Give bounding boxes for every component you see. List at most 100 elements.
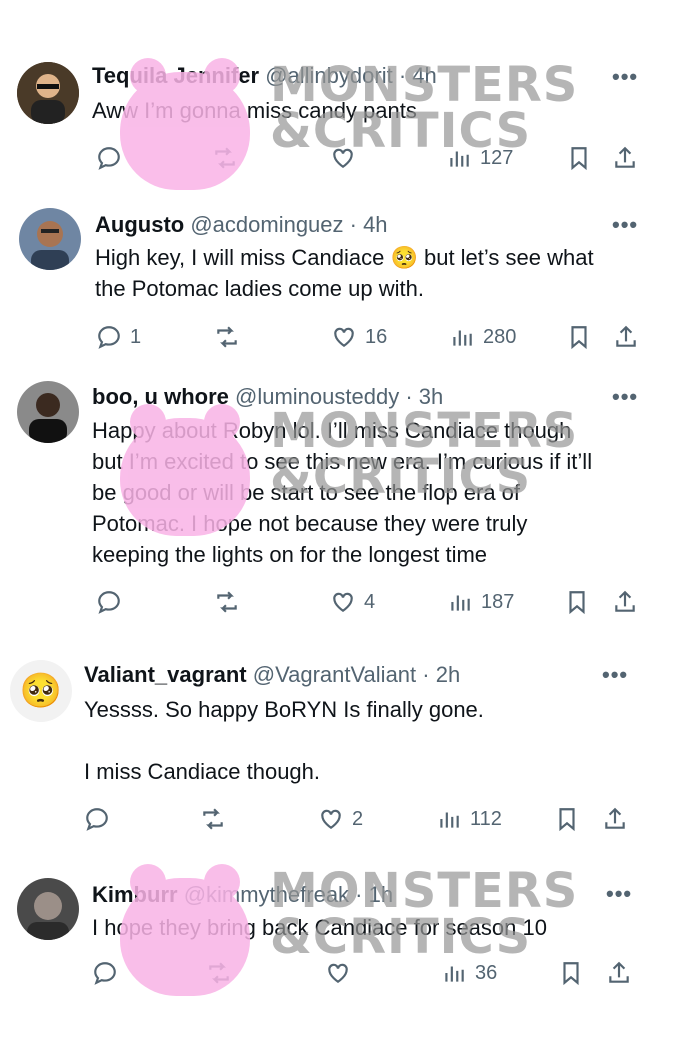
avatar[interactable] xyxy=(19,208,81,270)
action-bar: 36 xyxy=(0,960,680,992)
heart-icon xyxy=(333,592,353,612)
bookmark-button[interactable] xyxy=(566,324,592,350)
repost-button[interactable] xyxy=(214,324,248,350)
more-options-button[interactable]: ••• xyxy=(606,883,632,905)
repost-icon xyxy=(217,591,237,613)
repost-icon xyxy=(209,962,229,984)
heart-icon xyxy=(321,809,341,829)
action-bar: 2 112 xyxy=(0,806,680,838)
share-button[interactable] xyxy=(612,145,638,171)
reply-button[interactable] xyxy=(92,960,126,986)
avatar-image xyxy=(17,878,79,940)
share-icon xyxy=(616,325,636,347)
display-name[interactable]: Tequila Jennifer xyxy=(92,63,259,88)
share-icon xyxy=(615,590,635,612)
avatar[interactable] xyxy=(17,381,79,443)
reply-icon xyxy=(94,962,116,985)
views-button[interactable]: 112 xyxy=(436,806,502,832)
repost-icon xyxy=(215,147,235,169)
like-button[interactable]: 16 xyxy=(331,324,387,350)
display-name[interactable]: Valiant_vagrant xyxy=(84,662,247,687)
share-button[interactable] xyxy=(613,324,639,350)
views-button[interactable]: 187 xyxy=(447,589,514,615)
reply-icon xyxy=(86,808,108,831)
handle-time[interactable]: @acdominguez · 4h xyxy=(190,212,387,237)
tweet-header: Valiant_vagrant @VagrantValiant · 2h xyxy=(84,661,460,689)
more-options-button[interactable]: ••• xyxy=(612,214,638,236)
repost-icon xyxy=(203,808,223,830)
bookmark-button[interactable] xyxy=(564,589,590,615)
avatar-emoji: 🥺 xyxy=(19,672,63,710)
more-options-button[interactable]: ••• xyxy=(612,66,638,88)
views-button[interactable]: 36 xyxy=(441,960,497,986)
reply-button[interactable] xyxy=(84,806,118,832)
repost-button[interactable] xyxy=(206,960,240,986)
like-button[interactable]: 4 xyxy=(330,589,375,615)
avatar-image xyxy=(17,62,79,124)
more-options-button[interactable]: ••• xyxy=(602,664,628,686)
tweet-header: Augusto @acdominguez · 4h xyxy=(95,211,388,239)
action-bar: 127 xyxy=(0,145,680,177)
bookmark-icon xyxy=(563,962,579,986)
bookmark-button[interactable] xyxy=(554,806,580,832)
bookmark-button[interactable] xyxy=(558,960,584,986)
display-name[interactable]: Kimburr xyxy=(92,882,178,907)
tweet-text: Happy about Robyn lol. I’ll miss Candiac… xyxy=(92,418,593,567)
bookmark-icon xyxy=(569,591,585,615)
heart-icon xyxy=(333,148,353,168)
action-bar: 1 16 280 xyxy=(0,324,680,356)
tweet-text: I hope they bring back Candiace for seas… xyxy=(92,915,547,940)
like-button[interactable]: 2 xyxy=(318,806,363,832)
avatar-image xyxy=(17,381,79,443)
heart-icon xyxy=(334,327,354,347)
display-name[interactable]: Augusto xyxy=(95,212,184,237)
reply-icon xyxy=(98,147,120,170)
tweet-text: Aww I’m gonna miss candy pants xyxy=(92,98,417,123)
reply-button[interactable]: 1 xyxy=(96,324,141,350)
reply-icon xyxy=(98,326,120,349)
share-icon xyxy=(609,961,629,983)
tweet-header: Tequila Jennifer @allinbydorit · 4h xyxy=(92,62,437,90)
tweet-header: boo, u whore @luminousteddy · 3h xyxy=(92,383,443,411)
reply-icon xyxy=(98,591,120,614)
repost-button[interactable] xyxy=(212,145,246,171)
repost-button[interactable] xyxy=(214,589,248,615)
bookmark-icon xyxy=(571,147,587,171)
views-button[interactable]: 127 xyxy=(446,145,513,171)
share-button[interactable] xyxy=(602,806,628,832)
bookmark-icon xyxy=(559,808,575,832)
heart-icon xyxy=(328,963,348,983)
like-button[interactable] xyxy=(330,145,364,171)
views-icon xyxy=(453,330,472,346)
handle-time[interactable]: @VagrantValiant · 2h xyxy=(253,662,460,687)
views-icon xyxy=(451,595,470,611)
views-icon xyxy=(445,966,464,982)
repost-icon xyxy=(217,326,237,348)
tweet-text: High key, I will miss Candiace 🥺 but let… xyxy=(95,245,594,301)
action-bar: 4 187 xyxy=(0,589,680,621)
bookmark-icon xyxy=(571,326,587,350)
views-icon xyxy=(450,151,469,167)
reply-button[interactable] xyxy=(96,589,130,615)
avatar[interactable] xyxy=(17,878,79,940)
avatar[interactable] xyxy=(17,62,79,124)
tweet-text: Yessss. So happy BoRYN Is finally gone. … xyxy=(84,697,484,784)
views-icon xyxy=(440,812,459,828)
reply-button[interactable] xyxy=(96,145,130,171)
share-button[interactable] xyxy=(612,589,638,615)
share-button[interactable] xyxy=(606,960,632,986)
handle-time[interactable]: @kimmythefreak · 1h xyxy=(184,882,393,907)
tweet-header: Kimburr @kimmythefreak · 1h xyxy=(92,881,393,909)
like-button[interactable] xyxy=(325,960,359,986)
share-icon xyxy=(605,807,625,829)
repost-button[interactable] xyxy=(200,806,234,832)
handle-time[interactable]: @luminousteddy · 3h xyxy=(235,384,443,409)
views-button[interactable]: 280 xyxy=(449,324,516,350)
display-name[interactable]: boo, u whore xyxy=(92,384,229,409)
bookmark-button[interactable] xyxy=(566,145,592,171)
avatar-image xyxy=(19,208,81,270)
handle-time[interactable]: @allinbydorit · 4h xyxy=(265,63,437,88)
share-icon xyxy=(615,146,635,168)
avatar[interactable]: 🥺 xyxy=(10,660,72,722)
more-options-button[interactable]: ••• xyxy=(612,386,638,408)
